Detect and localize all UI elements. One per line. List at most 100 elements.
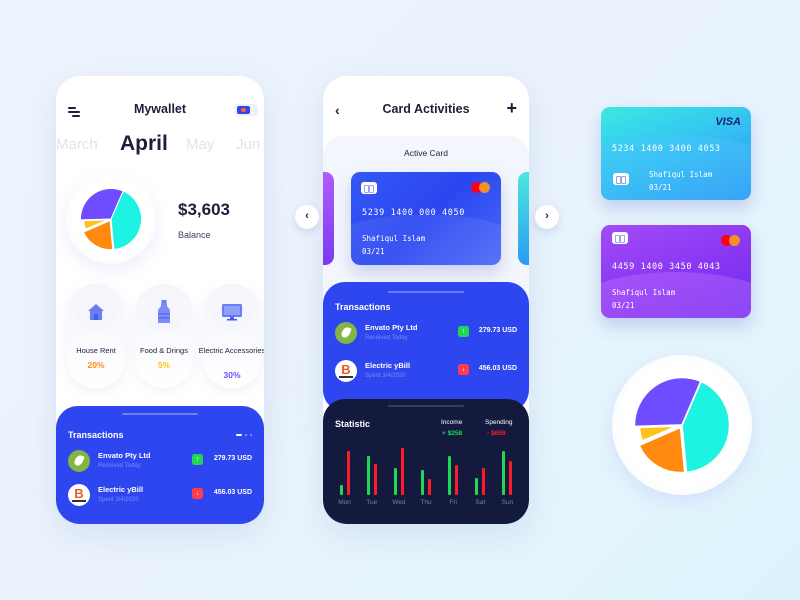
card-expiry: 03/21	[612, 301, 635, 310]
transaction-subtitle: Spent 3/4/2020	[365, 373, 406, 379]
monitor-icon	[222, 304, 242, 321]
card-number: 5234 1400 3400 4053	[612, 144, 721, 154]
transactions-panel: Transactions Envato Pty Ltd Received Tod…	[56, 406, 264, 524]
bar-income-tue	[366, 456, 370, 495]
month-march[interactable]: March	[56, 136, 98, 153]
transaction-subtitle: Spent 3/4/2020	[98, 497, 139, 503]
day-label-fri: Fri	[449, 499, 457, 506]
bar-spending-mon	[346, 451, 350, 495]
transaction-name: Electric yBill	[365, 361, 411, 370]
category-percent: 5%	[157, 360, 171, 370]
bar-income-thu	[421, 469, 424, 495]
panel-drag-handle[interactable]	[388, 291, 464, 293]
card-toggle-icon[interactable]	[234, 104, 258, 116]
day-label-wed: Wed	[392, 499, 406, 506]
category-label: House Rent	[76, 346, 116, 355]
card-expiry: 03/21	[649, 183, 672, 192]
active-card-label: Active Card	[404, 148, 448, 158]
transactions-title: Transactions	[335, 302, 391, 312]
transactions-panel: Transactions Envato Pty Ltd Received Tod…	[323, 282, 529, 412]
spending-value: - $658	[487, 430, 506, 437]
day-label-mon: Mon	[338, 499, 351, 506]
mastercard-logo	[471, 182, 491, 193]
category-food-drinks[interactable]: Food & Drings 5%	[135, 284, 193, 388]
add-card-icon[interactable]: +	[506, 98, 517, 119]
chip-icon	[613, 173, 629, 185]
category-house-rent[interactable]: House Rent 20%	[67, 284, 125, 388]
previous-card[interactable]	[323, 172, 334, 265]
bar-income-sun	[502, 451, 506, 495]
house-icon	[88, 304, 104, 320]
pagination-dots[interactable]	[236, 434, 252, 436]
active-card[interactable]: 5239 1400 000 4050 Shafiqul Islam 03/21	[351, 172, 501, 265]
card-holder: Shafiqul Islam	[649, 170, 713, 179]
category-label: Food & Drings	[140, 346, 188, 355]
category-percent: 30%	[223, 370, 241, 380]
card-expiry: 03/21	[362, 247, 385, 256]
balance-pie-chart	[66, 174, 156, 264]
transaction-amount: 279.73 USD	[213, 455, 252, 462]
next-card[interactable]	[518, 172, 529, 265]
balance-label: Balance	[178, 230, 211, 240]
statistic-title: Statistic	[335, 419, 371, 429]
bottle-icon	[158, 300, 170, 323]
month-jun[interactable]: Jun	[236, 136, 260, 153]
screen-title: Card Activities	[382, 102, 470, 116]
envato-logo	[68, 450, 90, 472]
large-pie-chart	[612, 355, 752, 495]
transaction-name: Envato Pty Ltd	[98, 451, 151, 460]
transaction-amount: 279.73 USD	[478, 327, 517, 334]
statistic-panel: Statistic Income + $258 Spending - $658 …	[323, 399, 529, 524]
income-label: Income	[441, 419, 463, 426]
transaction-amount: 456.03 USD	[478, 365, 517, 372]
wallet-screen: Mywallet March April May Jun $3,603 Bala…	[56, 76, 264, 524]
card-holder: Shafiqul Islam	[362, 234, 426, 243]
visa-card[interactable]: VISA 5234 1400 3400 4053 Shafiqul Islam …	[601, 107, 751, 200]
transaction-row[interactable]: Envato Pty Ltd Received Today ↑ 279.73 U…	[335, 322, 517, 346]
bar-spending-sun	[509, 460, 513, 495]
card-number: 4459 1400 3450 4043	[612, 262, 721, 272]
card-holder: Shafiqul Islam	[612, 288, 676, 297]
transaction-row[interactable]: Electric yBill Spent 3/4/2020 ↓ 456.03 U…	[335, 360, 517, 384]
bar-spending-sat	[482, 467, 486, 495]
carousel-prev-button[interactable]: ‹	[295, 205, 319, 229]
category-electric-accessories[interactable]: Electric Accessories 30%	[199, 284, 264, 388]
month-may[interactable]: May	[186, 136, 214, 153]
transactions-title: Transactions	[68, 430, 124, 440]
bar-income-mon	[339, 484, 343, 495]
statistic-bar-chart	[331, 447, 521, 495]
panel-drag-handle[interactable]	[122, 413, 198, 415]
card-number: 5239 1400 000 4050	[362, 208, 465, 218]
transaction-subtitle: Received Today	[365, 335, 408, 341]
category-percent: 20%	[87, 360, 105, 370]
bill-logo	[68, 484, 90, 506]
mastercard-logo	[721, 235, 741, 246]
screen-title: Mywallet	[133, 102, 187, 116]
day-label-tue: Tue	[366, 499, 378, 506]
mastercard-card[interactable]: 4459 1400 3450 4043 Shafiqul Islam 03/21	[601, 225, 751, 318]
bar-income-fri	[448, 456, 452, 495]
card-activities-screen: ‹ Card Activities + Active Card 5239 140…	[323, 76, 529, 524]
month-selector: March April May Jun	[56, 132, 264, 158]
day-label-sat: Sat	[475, 499, 486, 506]
arrow-down-icon: ↓	[458, 364, 469, 375]
month-april[interactable]: April	[120, 132, 168, 156]
transaction-subtitle: Received Today	[98, 463, 141, 469]
bar-income-sat	[475, 478, 479, 495]
panel-drag-handle[interactable]	[388, 405, 464, 407]
bar-spending-wed	[400, 448, 404, 495]
visa-logo: VISA	[715, 116, 741, 128]
chip-icon	[361, 182, 377, 194]
transaction-row[interactable]: Envato Pty Ltd Received Today ↑ 279.73 U…	[68, 450, 252, 474]
arrow-up-icon: ↑	[192, 454, 203, 465]
balance-amount: $3,603	[178, 200, 230, 219]
category-label: Electric Accessories	[198, 346, 264, 355]
carousel-next-button[interactable]: ›	[535, 205, 559, 229]
transaction-row[interactable]: Electric yBill Spent 3/4/2020 ↓ 456.03 U…	[68, 484, 252, 508]
arrow-down-icon: ↓	[192, 488, 203, 499]
bar-income-wed	[393, 467, 397, 495]
envato-logo	[335, 322, 357, 344]
bar-spending-thu	[428, 479, 431, 495]
transaction-name: Electric yBill	[98, 485, 144, 494]
transaction-name: Envato Pty Ltd	[365, 323, 418, 332]
